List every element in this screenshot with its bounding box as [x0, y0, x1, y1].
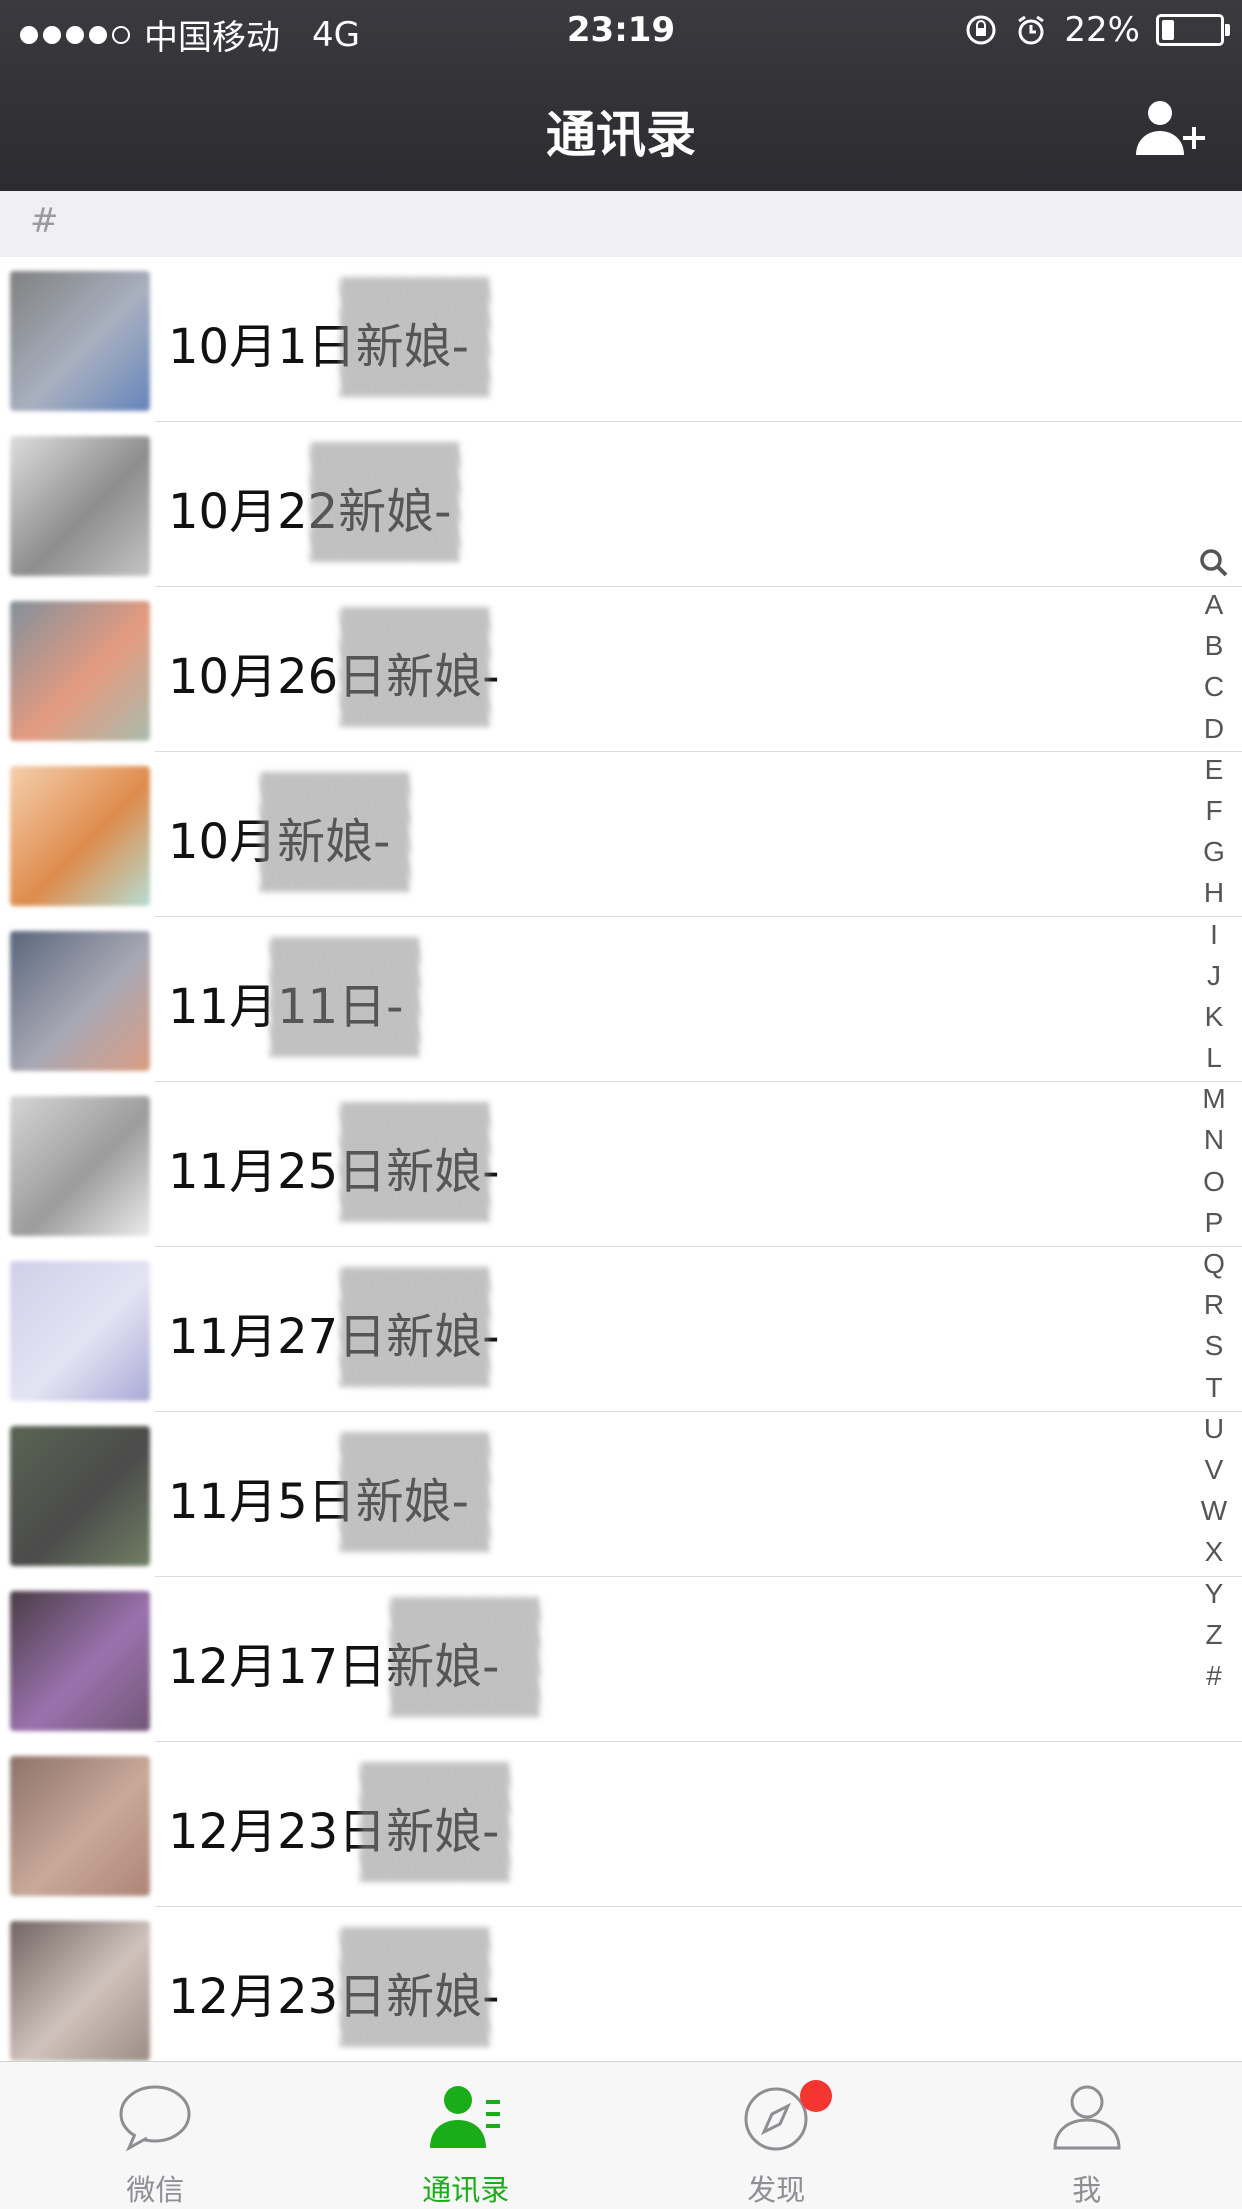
- redaction-scribble: [340, 1927, 490, 2047]
- index-letter[interactable]: O: [1194, 1161, 1234, 1202]
- index-letter[interactable]: D: [1194, 708, 1234, 749]
- avatar: [10, 1591, 150, 1731]
- index-letter[interactable]: I: [1194, 914, 1234, 955]
- orientation-lock-icon: [964, 13, 998, 47]
- alarm-icon: [1014, 13, 1048, 47]
- avatar: [10, 931, 150, 1071]
- index-letter[interactable]: P: [1194, 1202, 1234, 1243]
- battery-percent: 22%: [1064, 10, 1140, 50]
- contact-row[interactable]: 10月26日新娘-: [0, 587, 1242, 752]
- index-letter[interactable]: X: [1194, 1531, 1234, 1572]
- index-letter[interactable]: U: [1194, 1408, 1234, 1449]
- index-letter[interactable]: Y: [1194, 1573, 1234, 1614]
- index-letter[interactable]: N: [1194, 1119, 1234, 1160]
- add-person-icon[interactable]: [1132, 97, 1212, 157]
- index-letter[interactable]: V: [1194, 1449, 1234, 1490]
- index-letter[interactable]: Z: [1194, 1614, 1234, 1655]
- contact-row[interactable]: 10月新娘-: [0, 752, 1242, 917]
- contact-row[interactable]: 10月22新娘-: [0, 422, 1242, 587]
- redaction-scribble: [390, 1597, 540, 1717]
- redaction-scribble: [340, 607, 490, 727]
- index-letter[interactable]: A: [1194, 584, 1234, 625]
- avatar: [10, 436, 150, 576]
- contact-row[interactable]: 12月23日新娘-: [0, 1907, 1242, 2072]
- avatar: [10, 1096, 150, 1236]
- contact-row[interactable]: 11月27日新娘-: [0, 1247, 1242, 1412]
- index-letter[interactable]: K: [1194, 996, 1234, 1037]
- tab-label: 我: [932, 2167, 1242, 2209]
- index-letter[interactable]: L: [1194, 1037, 1234, 1078]
- avatar: [10, 1921, 150, 2061]
- section-header-label: #: [30, 201, 59, 241]
- avatar: [10, 1261, 150, 1401]
- redaction-scribble: [340, 1102, 490, 1222]
- contact-row[interactable]: 12月17日新娘-: [0, 1577, 1242, 1742]
- avatar: [10, 1426, 150, 1566]
- index-letter[interactable]: H: [1194, 872, 1234, 913]
- index-letter[interactable]: Q: [1194, 1243, 1234, 1284]
- redaction-scribble: [360, 1762, 510, 1882]
- index-letter[interactable]: #: [1194, 1655, 1234, 1696]
- top-bar: 中国移动 4G 23:19 22% 通讯录: [0, 0, 1242, 191]
- section-header: #: [0, 191, 1242, 257]
- index-letter[interactable]: G: [1194, 831, 1234, 872]
- tab-label: 通讯录: [311, 2167, 622, 2209]
- index-letter[interactable]: C: [1194, 666, 1234, 707]
- index-letter[interactable]: R: [1194, 1284, 1234, 1325]
- redaction-scribble: [340, 1267, 490, 1387]
- battery-icon: [1156, 14, 1224, 46]
- search-icon[interactable]: [1194, 542, 1234, 584]
- redaction-scribble: [260, 772, 410, 892]
- index-letter[interactable]: F: [1194, 790, 1234, 831]
- index-letter[interactable]: W: [1194, 1490, 1234, 1531]
- avatar: [10, 766, 150, 906]
- contact-row[interactable]: 10月1日新娘-: [0, 257, 1242, 422]
- contact-row[interactable]: 12月23日新娘-: [0, 1742, 1242, 1907]
- index-letter[interactable]: S: [1194, 1325, 1234, 1366]
- contact-row[interactable]: 11月5日新娘-: [0, 1412, 1242, 1577]
- tab-me[interactable]: 我: [932, 2062, 1242, 2209]
- redaction-scribble: [310, 442, 460, 562]
- tab-discover[interactable]: 发现: [621, 2062, 932, 2209]
- chat-bubble-icon: [115, 2082, 195, 2152]
- tab-chats[interactable]: 微信: [0, 2062, 311, 2209]
- tab-bar: 微信 通讯录 发现 我: [0, 2061, 1242, 2209]
- redaction-scribble: [340, 277, 490, 397]
- page-title: 通讯录: [0, 95, 1242, 167]
- person-icon: [1047, 2082, 1127, 2152]
- avatar: [10, 601, 150, 741]
- index-letter[interactable]: M: [1194, 1078, 1234, 1119]
- alphabet-index[interactable]: ABCDEFGHIJKLMNOPQRSTUVWXYZ#: [1194, 542, 1234, 1696]
- contact-row[interactable]: 11月11日-: [0, 917, 1242, 1082]
- avatar: [10, 271, 150, 411]
- avatar: [10, 1756, 150, 1896]
- index-letter[interactable]: B: [1194, 625, 1234, 666]
- index-letter[interactable]: T: [1194, 1367, 1234, 1408]
- redaction-scribble: [270, 937, 420, 1057]
- contact-list[interactable]: 10月1日新娘-10月22新娘-10月26日新娘-10月新娘-11月11日-11…: [0, 257, 1242, 2072]
- contacts-icon: [426, 2082, 506, 2152]
- tab-label: 微信: [0, 2167, 311, 2209]
- status-bar: 中国移动 4G 23:19 22%: [0, 0, 1242, 62]
- index-letter[interactable]: E: [1194, 749, 1234, 790]
- contact-row[interactable]: 11月25日新娘-: [0, 1082, 1242, 1247]
- index-letter[interactable]: J: [1194, 955, 1234, 996]
- tab-contacts[interactable]: 通讯录: [311, 2062, 622, 2209]
- notification-badge: [800, 2080, 832, 2112]
- tab-label: 发现: [621, 2167, 932, 2209]
- redaction-scribble: [340, 1432, 490, 1552]
